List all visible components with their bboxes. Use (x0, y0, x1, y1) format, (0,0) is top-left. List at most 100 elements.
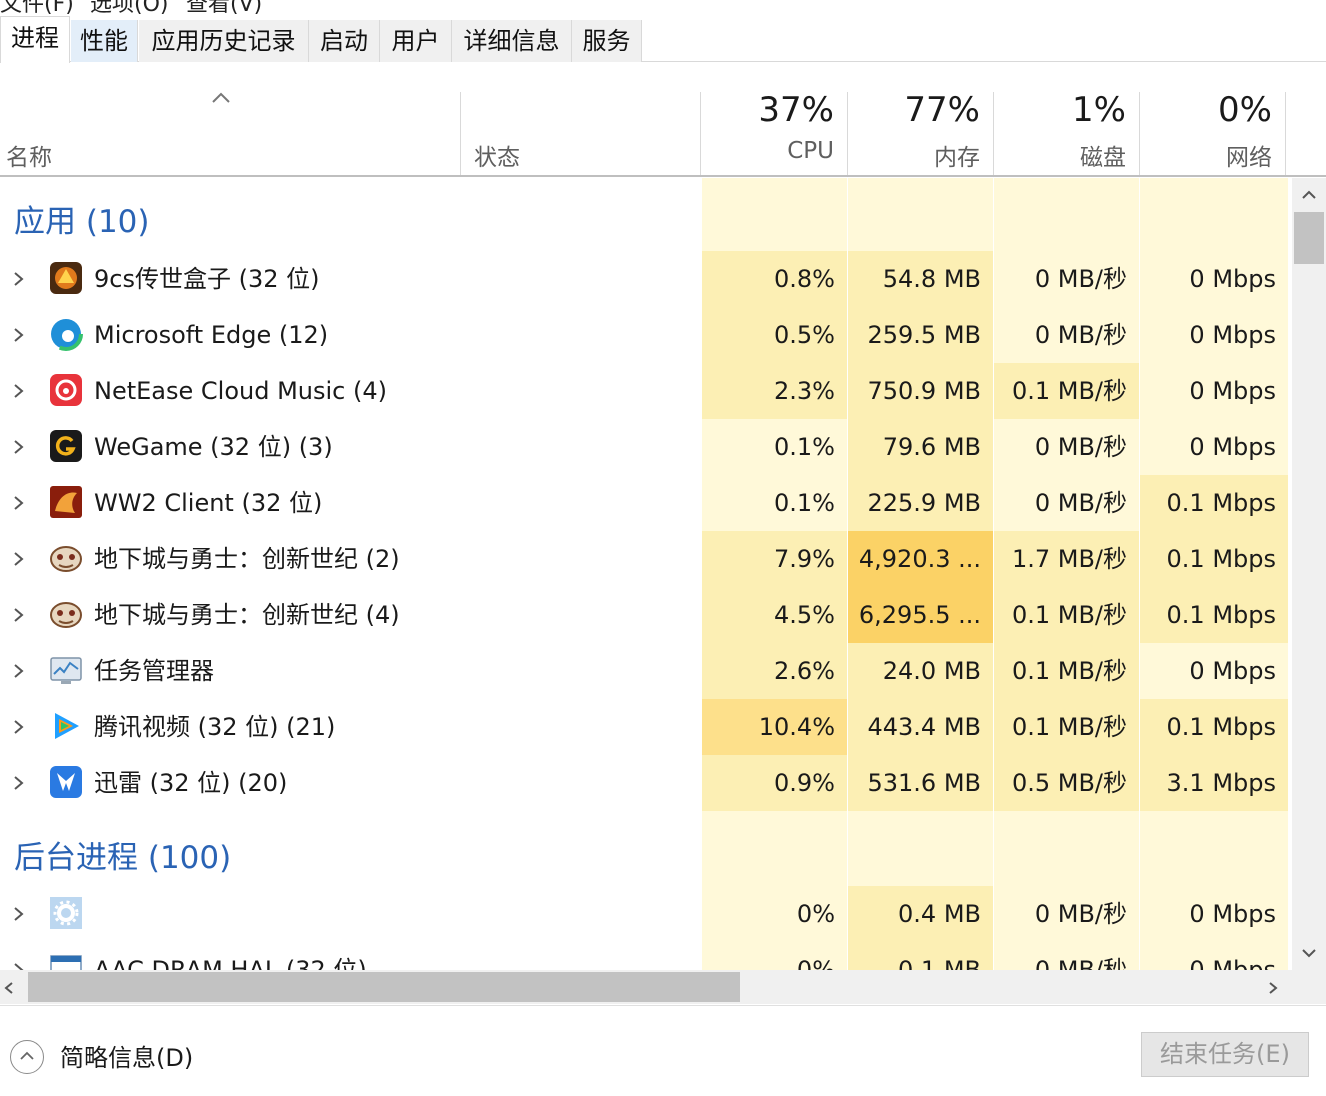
scroll-corner (1292, 970, 1326, 1004)
expand-chevron-icon[interactable] (12, 269, 26, 289)
process-row[interactable]: 腾讯视频 (32 位) (21) 10.4% 443.4 MB 0.1 MB/秒 0.1… (0, 699, 1292, 755)
process-name: 腾讯视频 (32 位) (21) (94, 713, 336, 741)
disk-value: 0 MB/秒 (994, 419, 1139, 475)
net-value: 0 Mbps (1140, 363, 1288, 419)
mem-value: 6,295.5 ... (848, 587, 993, 643)
scroll-right-icon[interactable] (1266, 980, 1280, 996)
expand-chevron-icon[interactable] (12, 904, 26, 924)
netease-music-icon (50, 374, 82, 406)
expand-chevron-icon[interactable] (12, 493, 26, 513)
end-task-button[interactable]: 结束任务(E) (1141, 1032, 1309, 1077)
cpu-value: 0% (702, 886, 847, 942)
tab-startup[interactable]: 启动 (309, 20, 380, 62)
net-value: 0.1 Mbps (1140, 699, 1288, 755)
column-disk-header[interactable]: 磁盘 (994, 138, 1126, 172)
disk-value: 0 MB/秒 (994, 251, 1139, 307)
disk-value: 0.1 MB/秒 (994, 363, 1139, 419)
vertical-scrollbar[interactable] (1292, 178, 1326, 970)
process-row[interactable]: 地下城与勇士：创新世纪 (2) 7.9% 4,920.3 ... 1.7 MB/秒 0.… (0, 531, 1292, 587)
network-percent[interactable]: 0% (1140, 90, 1272, 130)
menu-bar: 文件(F) 选项(O) 查看(V) (0, 0, 1326, 17)
expand-chevron-icon[interactable] (12, 325, 26, 345)
net-value: 0 Mbps (1140, 419, 1288, 475)
dnf-icon (50, 602, 82, 628)
tab-services[interactable]: 服务 (572, 20, 642, 62)
process-row[interactable]: 地下城与勇士：创新世纪 (4) 4.5% 6,295.5 ... 0.1 MB/秒 0.… (0, 587, 1292, 643)
vertical-scroll-thumb[interactable] (1294, 212, 1324, 264)
group-title-apps: 应用 (10) (14, 204, 150, 240)
dnf-icon (50, 546, 82, 572)
tab-app-history[interactable]: 应用历史记录 (139, 20, 309, 62)
xunlei-icon (50, 766, 82, 798)
expand-chevron-icon[interactable] (12, 437, 26, 457)
tab-details[interactable]: 详细信息 (452, 20, 572, 62)
process-row[interactable]: Microsoft Edge (12) 0.5% 259.5 MB 0 MB/秒 0 M… (0, 307, 1292, 363)
scroll-down-icon[interactable] (1299, 946, 1319, 960)
footer (0, 1005, 1326, 1096)
window-app-icon (50, 955, 82, 970)
process-name: 地下城与勇士：创新世纪 (2) (94, 545, 400, 573)
process-row[interactable]: 迅雷 (32 位) (20) 0.9% 531.6 MB 0.5 MB/秒 3.1 Mb… (0, 755, 1292, 811)
disk-value: 0.1 MB/秒 (994, 643, 1139, 699)
process-row[interactable]: WeGame (32 位) (3) 0.1% 79.6 MB 0 MB/秒 0 Mbps (0, 419, 1292, 475)
scroll-up-icon[interactable] (1299, 188, 1319, 202)
cpu-value: 0% (702, 942, 847, 970)
expand-chevron-icon[interactable] (12, 773, 26, 793)
mem-value: 79.6 MB (848, 419, 993, 475)
mem-value: 225.9 MB (848, 475, 993, 531)
process-row[interactable]: WW2 Client (32 位) 0.1% 225.9 MB 0 MB/秒 0.1 M… (0, 475, 1292, 531)
ww2-client-icon (50, 486, 82, 518)
process-row[interactable]: AAC DRAM HAL (32 位) 0% 0.1 MB 0 MB/秒 0 Mbps (0, 942, 1292, 970)
process-name: NetEase Cloud Music (4) (94, 377, 387, 405)
column-memory-header[interactable]: 内存 (848, 138, 980, 172)
disk-value: 0 MB/秒 (994, 942, 1139, 970)
column-cpu-header[interactable]: CPU (702, 138, 834, 164)
net-value: 0.1 Mbps (1140, 475, 1288, 531)
tab-users[interactable]: 用户 (380, 20, 452, 62)
mem-value: 259.5 MB (848, 307, 993, 363)
cpu-value: 0.1% (702, 475, 847, 531)
cpu-percent[interactable]: 37% (702, 90, 834, 130)
mem-value: 0.4 MB (848, 886, 993, 942)
process-name: WeGame (32 位) (3) (94, 433, 333, 461)
expand-chevron-icon[interactable] (12, 605, 26, 625)
process-name: 9cs传世盒子 (32 位) (94, 265, 320, 293)
fewer-details-link[interactable]: 简略信息(D) (60, 1038, 193, 1073)
disk-value: 0 MB/秒 (994, 307, 1139, 363)
memory-percent[interactable]: 77% (848, 90, 980, 130)
gear-service-icon (50, 897, 82, 929)
expand-chevron-icon[interactable] (12, 381, 26, 401)
process-row[interactable]: NetEase Cloud Music (4) 2.3% 750.9 MB 0.1 M… (0, 363, 1292, 419)
cpu-value: 0.8% (702, 251, 847, 307)
column-network-header[interactable]: 网络 (1140, 138, 1272, 172)
mem-value: 531.6 MB (848, 755, 993, 811)
process-table: 应用 (10) 后台进程 (100) 9cs传世盒子 (32 位) 0.8% 54.… (0, 178, 1292, 970)
mem-value: 443.4 MB (848, 699, 993, 755)
mem-value: 54.8 MB (848, 251, 993, 307)
net-value: 0 Mbps (1140, 643, 1288, 699)
expand-chevron-icon[interactable] (12, 549, 26, 569)
disk-percent[interactable]: 1% (994, 90, 1126, 130)
chevron-up-icon (20, 1051, 34, 1060)
tab-processes[interactable]: 进程 (0, 16, 70, 63)
task-manager-icon (50, 657, 82, 684)
sort-ascending-icon (212, 92, 230, 103)
process-row[interactable]: 任务管理器 2.6% 24.0 MB 0.1 MB/秒 0 Mbps (0, 643, 1292, 699)
disk-value: 0 MB/秒 (994, 886, 1139, 942)
column-header: 名称 状态 37% CPU 77% 内存 1% 磁盘 0% 网络 (0, 62, 1326, 177)
expand-chevron-icon[interactable] (12, 717, 26, 737)
horizontal-scroll-thumb[interactable] (28, 972, 740, 1002)
cpu-value: 0.5% (702, 307, 847, 363)
tab-performance[interactable]: 性能 (71, 20, 138, 62)
cpu-value: 2.6% (702, 643, 847, 699)
column-status-header[interactable]: 状态 (474, 138, 520, 172)
expand-chevron-icon[interactable] (12, 960, 26, 970)
process-row[interactable]: 0% 0.4 MB 0 MB/秒 0 Mbps (0, 886, 1292, 942)
tab-bar: 进程 性能 应用历史记录 启动 用户 详细信息 服务 (0, 16, 1326, 63)
expand-chevron-icon[interactable] (12, 661, 26, 681)
column-name-header[interactable]: 名称 (6, 138, 52, 172)
group-title-background: 后台进程 (100) (14, 840, 232, 876)
process-row[interactable]: 9cs传世盒子 (32 位) 0.8% 54.8 MB 0 MB/秒 0 Mbps (0, 251, 1292, 307)
fewer-details-toggle[interactable] (10, 1040, 44, 1074)
scroll-left-icon[interactable] (2, 980, 16, 996)
